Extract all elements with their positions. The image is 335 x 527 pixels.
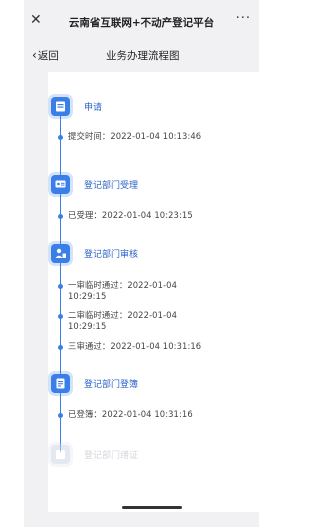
page-title: 业务办理流程图 bbox=[106, 50, 180, 62]
step-label-review: 登记部门审核 bbox=[84, 250, 139, 260]
apply-time: 提交时间：2022-01-04 10:13:46 bbox=[68, 131, 202, 141]
review-user-icon bbox=[51, 244, 70, 263]
review1-time: 一审临时通过：2022-01-04 10:29:15 bbox=[68, 280, 177, 302]
step-label-register: 登记部门登簿 bbox=[84, 380, 139, 390]
mini-program-page: ✕ 云南省互联网+不动产登记平台 ··· ‹返回 业务办理流程图 申请 提交时间… bbox=[24, 0, 259, 527]
form-icon bbox=[51, 97, 70, 116]
window-title: 云南省互联网+不动产登记平台 bbox=[68, 17, 215, 29]
register-book-icon bbox=[51, 374, 70, 393]
timeline-dot bbox=[58, 214, 63, 219]
review2-line2: 10:29:15 bbox=[68, 321, 107, 331]
bottom-bar bbox=[24, 512, 259, 527]
register-time: 已登簿：2022-01-04 10:31:16 bbox=[68, 409, 193, 419]
timeline-dot bbox=[58, 413, 63, 418]
step-label-accept: 登记部门受理 bbox=[84, 181, 139, 191]
review1-line2: 10:29:15 bbox=[68, 291, 107, 301]
home-indicator[interactable] bbox=[122, 506, 182, 509]
timeline-dot bbox=[58, 314, 63, 319]
nav-bar: ‹返回 业务办理流程图 bbox=[24, 42, 259, 70]
review2-time: 二审临时通过：2022-01-04 10:29:15 bbox=[68, 310, 177, 332]
step-label-apply: 申请 bbox=[84, 103, 103, 113]
chevron-left-icon: ‹ bbox=[32, 48, 37, 62]
window-title-bar: ✕ 云南省互联网+不动产登记平台 ··· bbox=[24, 0, 259, 42]
accept-time: 已受理：2022-01-04 10:23:15 bbox=[68, 210, 193, 220]
back-button[interactable]: ‹返回 bbox=[32, 48, 59, 63]
timeline-line bbox=[60, 100, 61, 452]
step-label-certificate: 登记部门缮证 bbox=[84, 451, 139, 461]
back-label: 返回 bbox=[37, 50, 59, 62]
more-icon[interactable]: ··· bbox=[236, 11, 251, 26]
review2-line1: 二审临时通过：2022-01-04 bbox=[68, 310, 177, 320]
certificate-icon bbox=[51, 445, 70, 464]
id-card-icon bbox=[51, 175, 70, 194]
timeline-dot bbox=[58, 345, 63, 350]
timeline-dot bbox=[58, 284, 63, 289]
timeline-dot bbox=[58, 135, 63, 140]
review1-line1: 一审临时通过：2022-01-04 bbox=[68, 280, 177, 290]
review3-time: 三审通过：2022-01-04 10:31:16 bbox=[68, 341, 202, 351]
